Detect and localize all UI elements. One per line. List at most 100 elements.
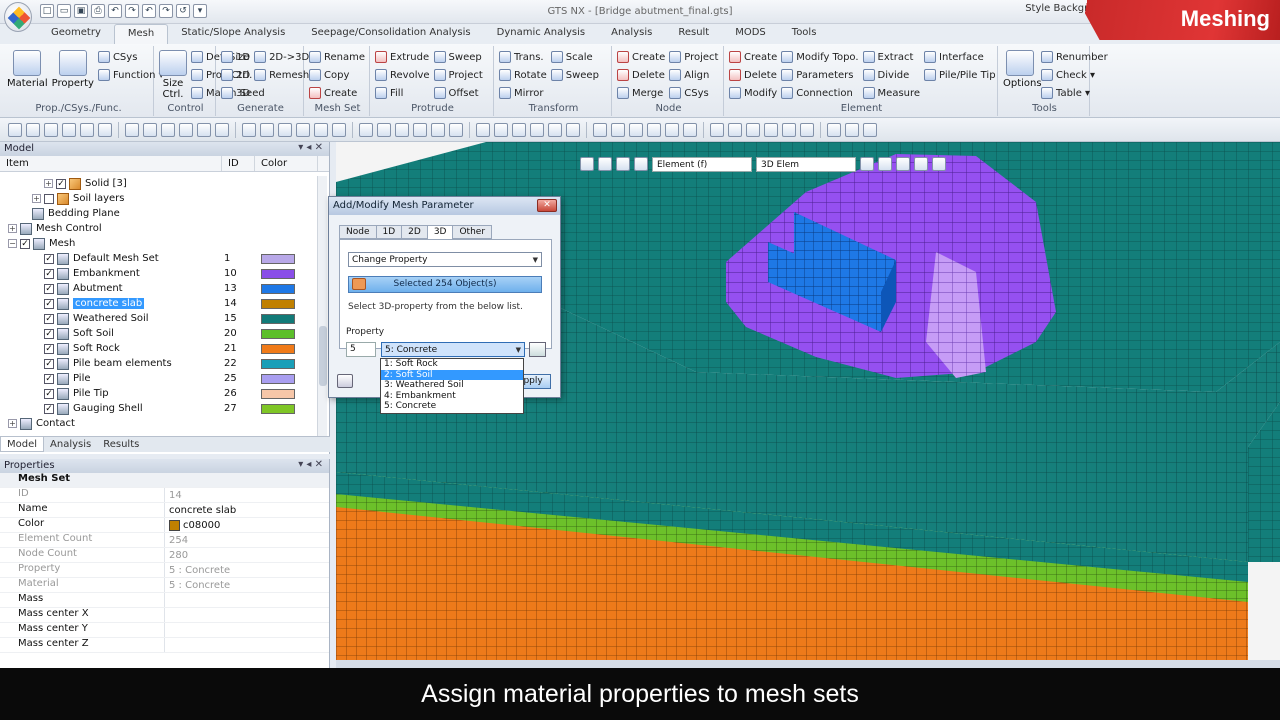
panel-pin-close-icon[interactable]: ▾ ◂ ✕	[298, 459, 323, 470]
ribbon-button-create[interactable]: Create	[729, 48, 777, 66]
color-swatch[interactable]	[261, 343, 295, 354]
tree-row-soil-layers[interactable]: + Soil layers	[0, 191, 318, 206]
panel-tab-results[interactable]: Results	[97, 437, 145, 452]
color-swatch[interactable]	[261, 403, 295, 414]
ribbon-button-rotate[interactable]: Rotate	[499, 66, 547, 84]
toolbar-tool-37-icon[interactable]	[629, 122, 643, 137]
property-select[interactable]: 5: Concrete ▼	[381, 342, 525, 357]
tab-result[interactable]: Result	[665, 24, 722, 44]
toolbar-tool-44-icon[interactable]	[746, 122, 760, 137]
color-swatch[interactable]	[261, 253, 295, 264]
tree-scrollbar[interactable]	[317, 176, 327, 436]
toolbar-tool-47-icon[interactable]	[800, 122, 814, 137]
toolbar-tool-31-icon[interactable]	[530, 122, 544, 137]
dialog-tab-other[interactable]: Other	[452, 225, 493, 239]
element-icon[interactable]	[896, 157, 910, 171]
visibility-checkbox[interactable]: ✓	[44, 253, 54, 264]
visibility-checkbox[interactable]: ✓	[44, 373, 54, 384]
property-row-node-count[interactable]: Node Count 280	[0, 548, 329, 563]
toolbar-tool-42-icon[interactable]	[710, 122, 724, 137]
ribbon-button-pile-pile-tip[interactable]: Pile/Pile Tip	[924, 66, 996, 84]
toolbar-tool-8-icon[interactable]	[143, 122, 157, 137]
toolbar-tool-49-icon[interactable]	[827, 122, 841, 137]
ribbon-button-check-[interactable]: Check ▾	[1041, 66, 1108, 84]
ribbon-button-sweep[interactable]: Sweep	[433, 48, 483, 66]
ribbon-big-button-size-ctrl-[interactable]: Size Ctrl.	[159, 48, 187, 102]
toolbar-tool-45-icon[interactable]	[764, 122, 778, 137]
toolbar-tool-50-icon[interactable]	[845, 122, 859, 137]
property-row-color[interactable]: Color c08000	[0, 518, 329, 533]
close-icon[interactable]: ✕	[537, 199, 557, 212]
toolbar-tool-12-icon[interactable]	[215, 122, 229, 137]
toolbar-tool-4-icon[interactable]	[80, 122, 94, 137]
property-row-mass-center-z[interactable]: Mass center Z	[0, 638, 329, 653]
toolbar-tool-32-icon[interactable]	[548, 122, 562, 137]
ribbon-button-merge[interactable]: Merge	[617, 84, 665, 102]
expand-toggle-icon[interactable]: +	[8, 419, 17, 428]
tree-row-mesh-control[interactable]: + Mesh Control	[0, 221, 318, 236]
ribbon-big-button-property[interactable]: Property	[52, 48, 94, 89]
expand-toggle-icon[interactable]: +	[32, 194, 41, 203]
property-row-property[interactable]: Property 5 : Concrete	[0, 563, 329, 578]
toolbar-tool-18-icon[interactable]	[314, 122, 328, 137]
ribbon-button-divide[interactable]: Divide	[862, 66, 921, 84]
toolbar-tool-30-icon[interactable]	[512, 122, 526, 137]
ribbon-button-renumber[interactable]: Renumber	[1041, 48, 1108, 66]
dropdown-option[interactable]: 1: Soft Rock	[381, 359, 523, 370]
color-swatch[interactable]	[261, 373, 295, 384]
select-objects-button[interactable]: Selected 254 Object(s)	[348, 276, 542, 293]
tree-row-solid-3-[interactable]: + ✓ Solid [3]	[0, 176, 318, 191]
expand-toggle-icon[interactable]: +	[44, 179, 53, 188]
visibility-checkbox[interactable]: ✓	[44, 283, 54, 294]
tree-row-gauging-shell[interactable]: ✓ Gauging Shell 27	[0, 401, 318, 416]
flag-icon[interactable]	[932, 157, 946, 171]
ribbon-button-copy[interactable]: Copy	[309, 66, 365, 84]
color-swatch[interactable]	[261, 298, 295, 309]
ribbon-button-interface[interactable]: Interface	[924, 48, 996, 66]
visibility-checkbox[interactable]: ✓	[44, 343, 54, 354]
toolbar-tool-40-icon[interactable]	[683, 122, 697, 137]
col-color[interactable]: Color	[255, 156, 318, 171]
toolbar-tool-3-icon[interactable]	[62, 122, 76, 137]
tree-row-bedding-plane[interactable]: Bedding Plane	[0, 206, 318, 221]
toolbar-tool-24-icon[interactable]	[413, 122, 427, 137]
ribbon-button-connection[interactable]: Connection	[781, 84, 858, 102]
ribbon-button-function-[interactable]: Function ▾	[97, 66, 164, 84]
ribbon-button-project[interactable]: Project	[669, 48, 718, 66]
ribbon-button-remesh[interactable]: Remesh	[254, 66, 309, 84]
dialog-tab-3d[interactable]: 3D	[426, 225, 454, 240]
tree-row-pile-tip[interactable]: ✓ Pile Tip 26	[0, 386, 318, 401]
tab-tools[interactable]: Tools	[779, 24, 830, 44]
toolbar-tool-10-icon[interactable]	[179, 122, 193, 137]
tree-row-weathered-soil[interactable]: ✓ Weathered Soil 15	[0, 311, 318, 326]
tree-row-embankment[interactable]: ✓ Embankment 10	[0, 266, 318, 281]
toolbar-tool-35-icon[interactable]	[593, 122, 607, 137]
col-id[interactable]: ID	[222, 156, 255, 171]
dropdown-option[interactable]: 4: Embankment	[381, 391, 523, 402]
visibility-checkbox[interactable]: ✓	[44, 268, 54, 279]
axis-icon[interactable]	[860, 157, 874, 171]
tab-analysis[interactable]: Analysis	[598, 24, 665, 44]
tab-seepage-consolidation-analysis[interactable]: Seepage/Consolidation Analysis	[298, 24, 483, 44]
toolbar-tool-21-icon[interactable]	[359, 122, 373, 137]
ribbon-button-1d[interactable]: 1D	[221, 48, 250, 66]
color-swatch[interactable]	[261, 268, 295, 279]
toolbar-tool-43-icon[interactable]	[728, 122, 742, 137]
toolbar-tool-29-icon[interactable]	[494, 122, 508, 137]
visibility-checkbox[interactable]: ✓	[44, 313, 54, 324]
property-row-mass[interactable]: Mass	[0, 593, 329, 608]
ribbon-button-table-[interactable]: Table ▾	[1041, 84, 1108, 102]
ribbon-button-modify-topo-[interactable]: Modify Topo.	[781, 48, 859, 66]
ribbon-button-csys[interactable]: CSys	[669, 84, 718, 102]
application-menu-button[interactable]	[4, 2, 32, 32]
tree-row-soft-rock[interactable]: ✓ Soft Rock 21	[0, 341, 318, 356]
visibility-checkbox[interactable]: ✓	[44, 388, 54, 399]
tree-row-default-mesh-set[interactable]: ✓ Default Mesh Set 1	[0, 251, 318, 266]
ribbon-button-mirror[interactable]: Mirror	[499, 84, 547, 102]
dialog-title-bar[interactable]: Add/Modify Mesh Parameter ✕	[329, 197, 560, 215]
panel-tab-analysis[interactable]: Analysis	[44, 437, 97, 452]
property-row-name[interactable]: Name concrete slab	[0, 503, 329, 518]
tree-row-soft-soil[interactable]: ✓ Soft Soil 20	[0, 326, 318, 341]
toolbar-tool-33-icon[interactable]	[566, 122, 580, 137]
ribbon-button-scale[interactable]: Scale	[550, 48, 599, 66]
